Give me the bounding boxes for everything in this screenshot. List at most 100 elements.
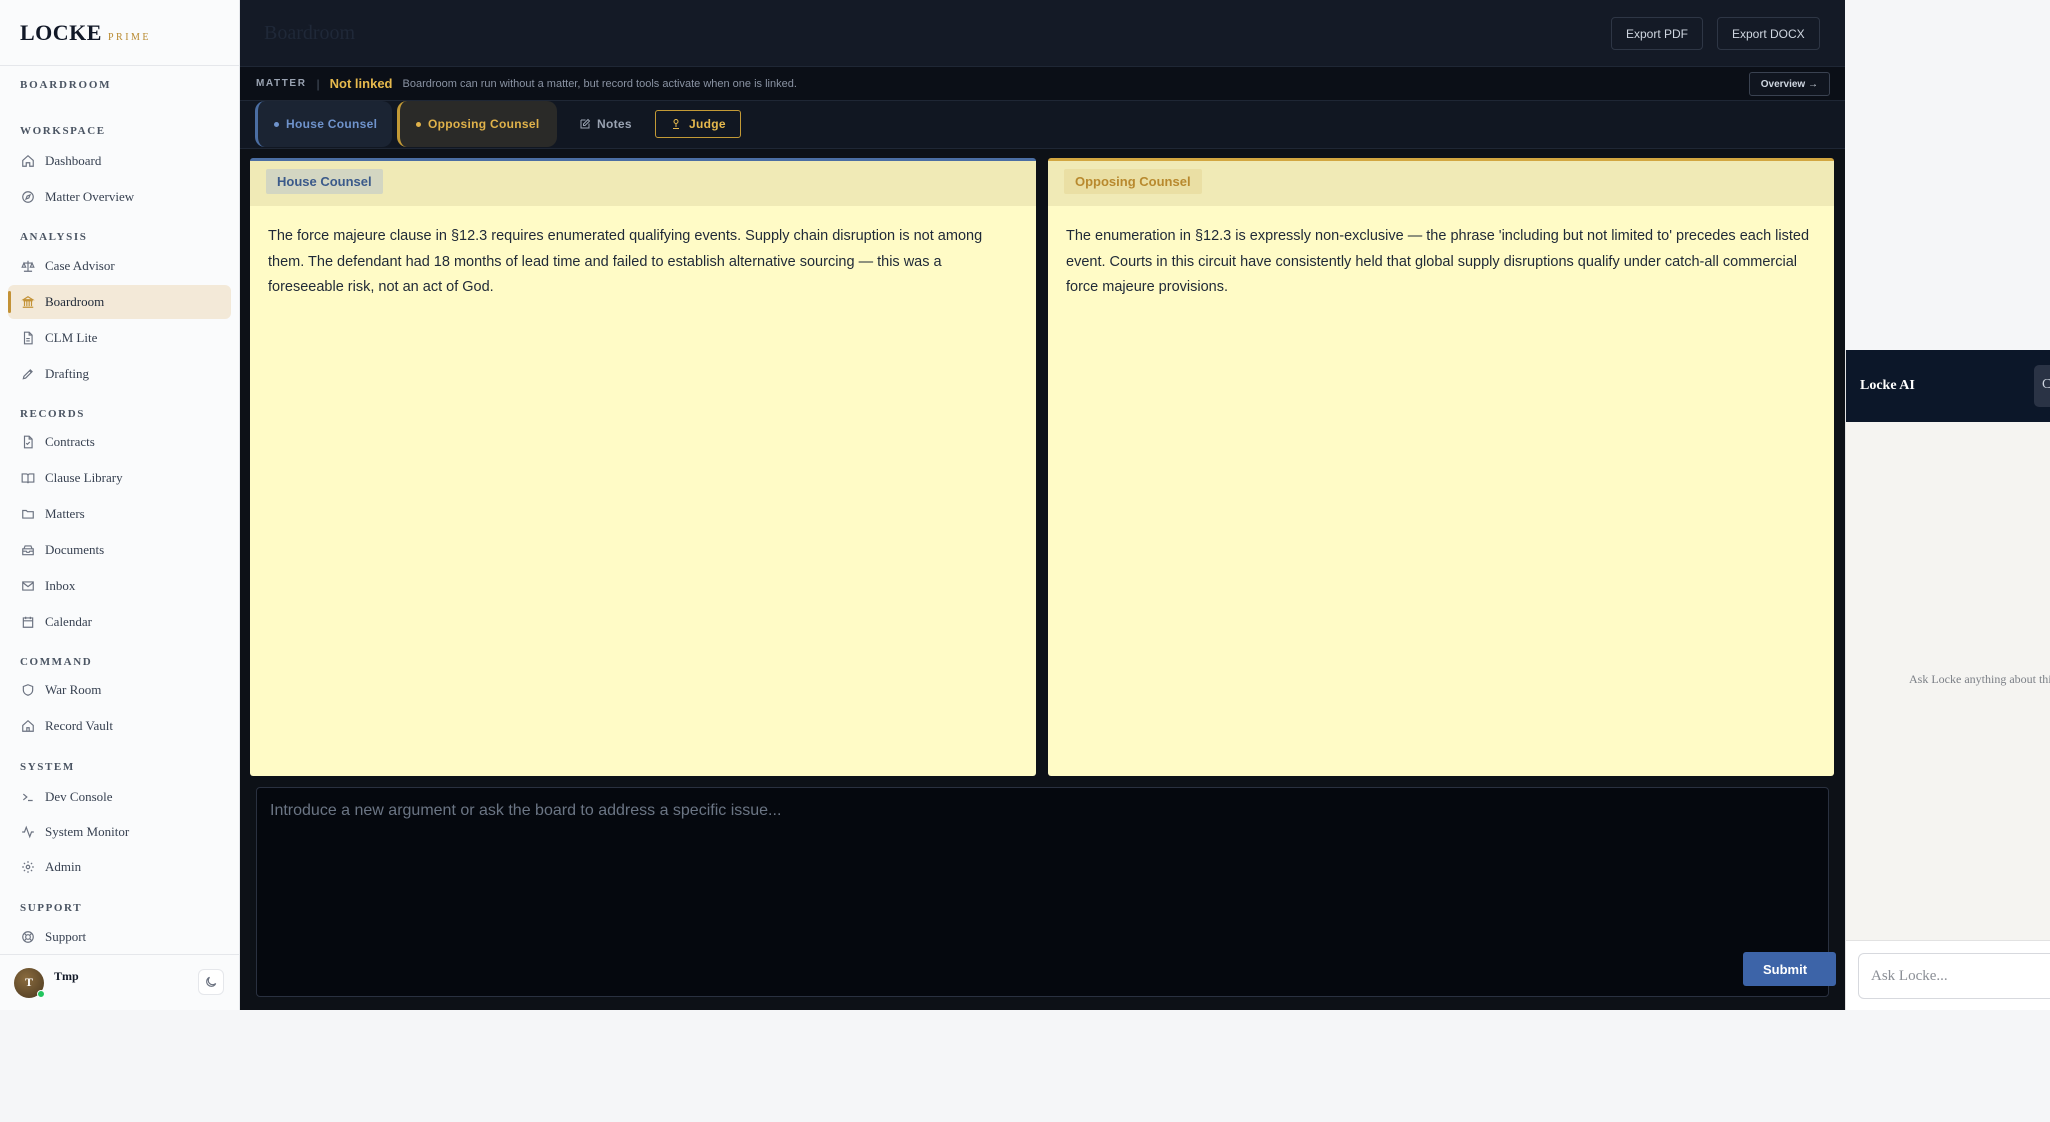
sidebar-item-matter-overview[interactable]: Matter Overview xyxy=(8,180,231,214)
sidebar-item-matters[interactable]: Matters xyxy=(8,497,231,531)
online-status-dot xyxy=(37,989,45,998)
sidebar-item-war-room[interactable]: War Room xyxy=(8,673,231,707)
columns-icon xyxy=(21,296,35,308)
sidebar-item-label: Dashboard xyxy=(45,153,102,168)
sidebar-item-clm-lite[interactable]: CLM Lite xyxy=(8,321,231,355)
matter-label: MATTER xyxy=(256,78,307,89)
terminal-icon xyxy=(22,793,33,802)
role-tabs: House Counsel Opposing Counsel Notes Jud… xyxy=(240,101,1845,149)
user-name: Tmp xyxy=(54,969,79,983)
sidebar-item-label: War Room xyxy=(45,682,102,697)
gold-dot-icon xyxy=(416,121,421,127)
brand-logo[interactable]: LOCKE PRIME xyxy=(0,0,239,66)
tab-notes[interactable]: Notes xyxy=(565,101,646,147)
sidebar-item-documents[interactable]: Documents xyxy=(8,533,231,567)
sidebar-item-label: Matters xyxy=(45,506,85,521)
avatar[interactable]: T xyxy=(14,967,45,998)
overview-button[interactable]: Overview → xyxy=(1748,72,1830,96)
sidebar-item-label: Calendar xyxy=(45,614,92,629)
sidebar-item-record-vault[interactable]: Record Vault xyxy=(8,709,231,743)
sidebar-item-label: Admin xyxy=(45,859,82,874)
edit-icon xyxy=(580,118,591,129)
brand-name: LOCKE xyxy=(20,20,102,45)
sidebar-item-dev-console[interactable]: Dev Console xyxy=(8,780,231,814)
gavel-icon xyxy=(673,119,679,129)
activity-icon xyxy=(22,825,34,839)
ai-empty-state: Ask Locke anything about this matter xyxy=(1909,672,2050,686)
folder-icon xyxy=(22,509,34,519)
opposing-counsel-badge: Opposing Counsel xyxy=(1064,169,1202,194)
export-docx-button[interactable]: Export DOCX xyxy=(1717,17,1820,50)
context-label: BOARDROOM xyxy=(20,79,112,91)
file-icon xyxy=(23,331,33,345)
house-counsel-panel: House Counsel The force majeure clause i… xyxy=(250,158,1036,776)
lifebuoy-icon xyxy=(22,931,34,943)
matter-description: Boardroom can run without a matter, but … xyxy=(402,77,797,90)
book-icon xyxy=(21,473,35,484)
tab-label: Judge xyxy=(689,117,726,131)
matter-separator: | xyxy=(316,76,320,91)
sidebar-item-contracts[interactable]: Contracts xyxy=(8,425,231,459)
sidebar-item-admin[interactable]: Admin xyxy=(8,850,231,884)
nav-section-analysis: ANALYSIS xyxy=(20,231,88,243)
house-counsel-argument: The force majeure clause in §12.3 requir… xyxy=(268,228,983,295)
sidebar: LOCKE PRIME BOARDROOM WORKSPACE Dashboar… xyxy=(0,0,240,1010)
argument-input[interactable] xyxy=(257,788,1828,996)
panel-header: House Counsel xyxy=(250,161,1036,206)
gear-icon xyxy=(22,861,34,873)
brand-tier: PRIME xyxy=(107,32,152,43)
matter-status: Not linked xyxy=(329,76,393,91)
pen-icon xyxy=(22,369,33,380)
sidebar-item-drafting[interactable]: Drafting xyxy=(8,357,231,391)
tab-house-counsel[interactable]: House Counsel xyxy=(255,101,392,147)
vault-icon xyxy=(22,719,34,732)
ai-input-area xyxy=(1846,940,2050,1010)
tab-label: Opposing Counsel xyxy=(428,117,540,131)
tab-label: House Counsel xyxy=(286,117,378,131)
nav-section-support: SUPPORT xyxy=(20,902,83,914)
nav-section-command: COMMAND xyxy=(20,656,93,668)
file-check-icon xyxy=(23,435,33,449)
tab-opposing-counsel[interactable]: Opposing Counsel xyxy=(397,101,557,147)
sidebar-item-inbox[interactable]: Inbox xyxy=(8,569,231,603)
shield-icon xyxy=(22,684,34,696)
home-icon xyxy=(22,154,34,167)
submit-button[interactable]: Submit xyxy=(1743,952,1836,986)
nav-section-workspace: WORKSPACE xyxy=(20,125,106,137)
judge-button[interactable]: Judge xyxy=(655,110,741,138)
argument-composer: Submit xyxy=(256,787,1836,997)
calendar-icon xyxy=(22,616,34,628)
sidebar-item-boardroom[interactable]: Boardroom xyxy=(8,285,231,319)
sidebar-item-label: System Monitor xyxy=(45,824,130,839)
page-title: Boardroom xyxy=(264,21,356,44)
opposing-counsel-panel: Opposing Counsel The enumeration in §12.… xyxy=(1048,158,1834,776)
sidebar-item-case-advisor[interactable]: Case Advisor xyxy=(8,249,231,283)
sidebar-item-label: Record Vault xyxy=(45,718,113,733)
sidebar-item-clause-library[interactable]: Clause Library xyxy=(8,461,231,495)
sidebar-item-label: Support xyxy=(45,929,87,944)
top-bar: Boardroom Export PDF Export DOCX xyxy=(240,0,1845,67)
matter-bar: MATTER | Not linked Boardroom can run wi… xyxy=(240,67,1845,101)
theme-toggle-button[interactable] xyxy=(198,969,224,995)
sidebar-item-label: Dev Console xyxy=(45,789,113,804)
sidebar-item-label: Inbox xyxy=(45,578,76,593)
ai-panel-title: Locke AI xyxy=(1860,378,1915,393)
ask-locke-input[interactable] xyxy=(1858,953,2050,999)
sidebar-item-system-monitor[interactable]: System Monitor xyxy=(8,815,231,849)
nav-section-system: SYSTEM xyxy=(20,761,75,773)
boardroom-main: Boardroom Export PDF Export DOCX MATTER … xyxy=(240,0,2050,1010)
scales-icon xyxy=(21,260,35,272)
sidebar-item-label: Contracts xyxy=(45,434,95,449)
sidebar-item-dashboard[interactable]: Dashboard xyxy=(8,144,231,178)
sidebar-item-label: Boardroom xyxy=(45,294,105,309)
user-profile[interactable]: T Tmp xyxy=(0,954,240,1010)
sidebar-item-label: Documents xyxy=(45,542,105,557)
sidebar-item-label: Clause Library xyxy=(45,470,123,485)
export-pdf-button[interactable]: Export PDF xyxy=(1611,17,1704,50)
house-counsel-badge: House Counsel xyxy=(266,169,383,194)
sidebar-item-support[interactable]: Support xyxy=(8,920,231,954)
ai-panel-header: Locke AI C xyxy=(1846,350,2050,422)
sidebar-item-label: Case Advisor xyxy=(45,258,115,273)
ai-header-button[interactable]: C xyxy=(2034,365,2050,407)
sidebar-item-calendar[interactable]: Calendar xyxy=(8,605,231,639)
